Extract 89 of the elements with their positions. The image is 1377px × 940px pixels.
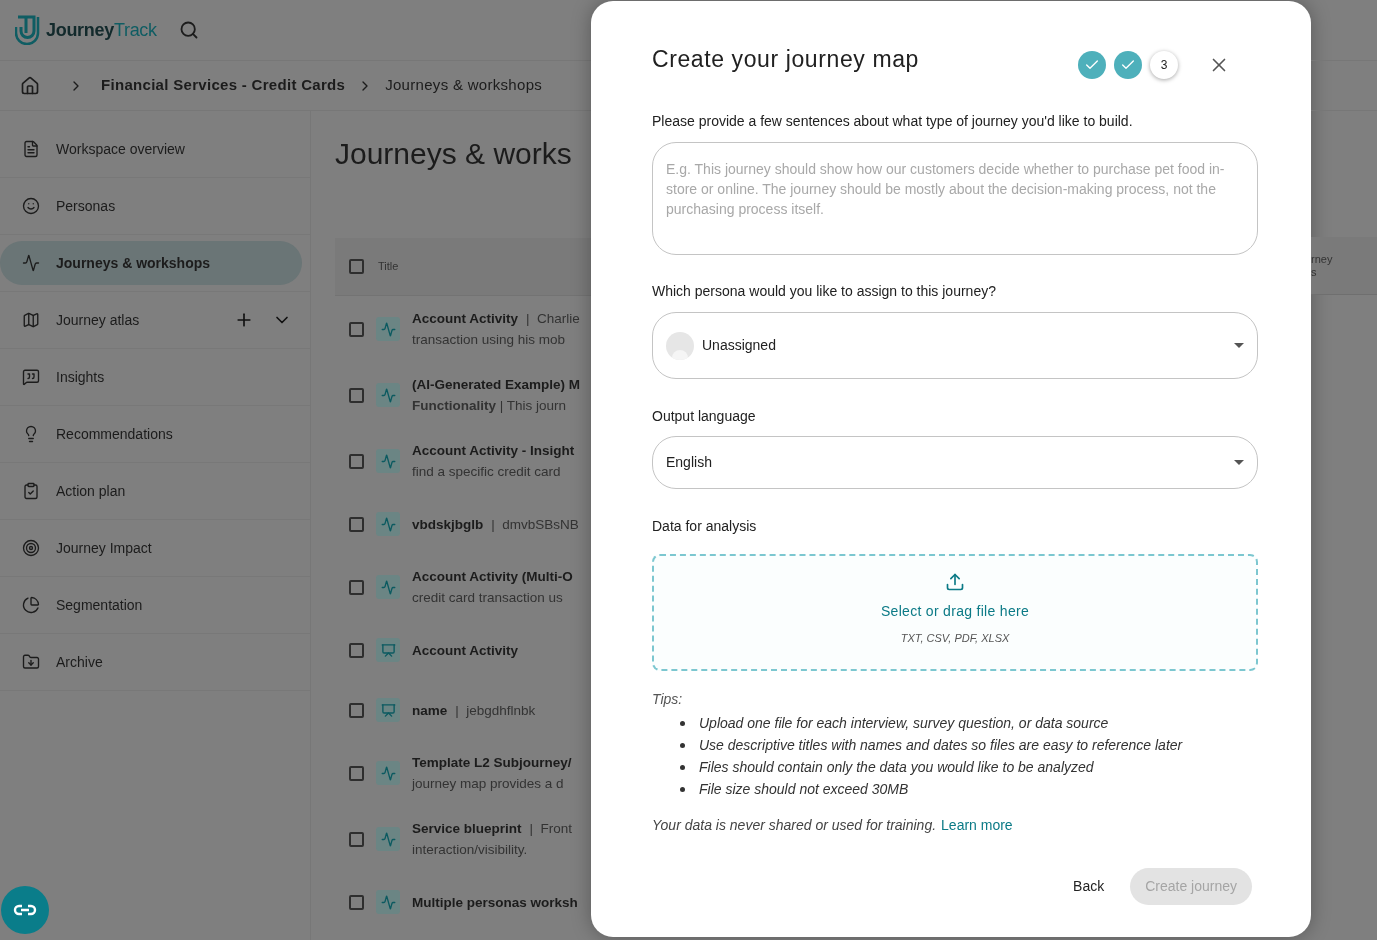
sidebar-item[interactable]: Action plan <box>0 469 302 513</box>
field-label: Please provide a few sentences about what type of journey you'd like to build. <box>652 112 1134 131</box>
row-description: find a specific credit card <box>412 463 562 481</box>
breadcrumb-current: Journeys & workshops <box>385 75 543 96</box>
row-title[interactable]: (AI-Generated Example) M <box>412 374 581 395</box>
pie-chart-icon <box>22 596 40 614</box>
tips-heading: Tips: <box>652 690 684 709</box>
row-description: interaction/visibility. <box>412 841 529 859</box>
description-field[interactable]: E.g. This journey should show how our customers decide whether to purchase pet food in-store or online. The journey should be mostly about the decision-making process, not the purchasing process itself. <box>652 142 1258 255</box>
search-icon[interactable] <box>178 20 199 40</box>
dropdown-caret-icon <box>1234 343 1244 348</box>
row-title[interactable]: Multiple personas worksh <box>412 891 578 913</box>
row-checkbox[interactable] <box>349 642 364 658</box>
bullet-icon <box>680 720 685 726</box>
clipboard-icon <box>22 482 40 500</box>
bullet-icon <box>680 786 685 792</box>
face-icon <box>22 197 40 215</box>
speech-bubble-icon <box>22 368 40 386</box>
row-title[interactable]: name <box>412 699 448 721</box>
row-title[interactable]: Account Activity (Multi-O <box>412 566 573 587</box>
page-title: Journeys & works <box>335 136 573 172</box>
tip-text: File size should not exceed 30MB <box>699 779 909 799</box>
privacy-note: Your data is never shared or used for training. <box>652 816 937 835</box>
row-checkbox[interactable] <box>349 321 364 337</box>
breadcrumb-link[interactable]: Financial Services - Credit Cards <box>101 74 346 97</box>
sidebar-item[interactable]: Journeys & workshops <box>0 241 302 285</box>
learn-more-link[interactable]: Learn more <box>941 815 1013 836</box>
field-label: Which persona would you like to assign to this journey? <box>652 282 997 301</box>
tip-text: Use descriptive titles with names and dates so files are easy to reference later <box>699 735 1183 755</box>
map-icon <box>22 311 40 329</box>
document-icon <box>22 140 40 158</box>
row-checkbox[interactable] <box>349 702 364 718</box>
field-label: Data for analysis <box>652 517 758 536</box>
assistant-button[interactable] <box>1 886 49 934</box>
tip-text: Upload one file for each interview, survey question, or data source <box>699 713 1109 733</box>
row-description: Functionality | This journ <box>412 397 568 415</box>
row-title[interactable]: vbdskjbglb <box>412 513 484 535</box>
bullet-icon <box>680 764 685 770</box>
sidebar-item[interactable]: Recommendations <box>0 412 302 456</box>
sidebar-item[interactable]: Archive <box>0 640 302 684</box>
step-indicator: 3 <box>1150 51 1178 79</box>
row-title[interactable]: Service blueprint <box>412 818 522 839</box>
persona-select[interactable]: Unassigned <box>652 312 1258 379</box>
row-checkbox[interactable] <box>349 579 364 595</box>
avatar-icon <box>666 331 694 360</box>
row-checkbox[interactable] <box>349 453 364 469</box>
select-all-checkbox[interactable] <box>349 259 364 274</box>
home-icon[interactable] <box>20 75 40 96</box>
row-checkbox[interactable] <box>349 894 364 910</box>
field-label: Output language <box>652 407 757 426</box>
sidebar-item[interactable]: Personas <box>0 184 302 228</box>
row-title[interactable]: Account Activity - Insight <box>412 440 575 461</box>
workshop-icon <box>376 638 400 662</box>
dropdown-caret-icon <box>1234 460 1244 465</box>
row-description: credit card transaction us <box>412 589 564 607</box>
column-header: Title <box>378 259 399 275</box>
row-checkbox[interactable] <box>349 516 364 532</box>
row-checkbox[interactable] <box>349 765 364 781</box>
row-title[interactable]: Template L2 Subjourney/ <box>412 752 572 773</box>
back-button[interactable]: Back <box>1061 868 1117 905</box>
file-drop-zone[interactable]: Select or drag file here TXT, CSV, PDF, XLSX <box>652 554 1258 671</box>
row-description: transaction using his mob <box>412 331 567 349</box>
bullet-icon <box>680 742 685 748</box>
upload-icon <box>945 572 965 592</box>
row-description: | jebgdhflnbk <box>455 701 536 720</box>
sidebar-item[interactable]: Segmentation <box>0 583 302 627</box>
tip-text: Files should contain only the data you would like to be analyzed <box>699 757 1094 777</box>
target-icon <box>22 539 40 557</box>
column-header: rney s <box>1311 252 1334 279</box>
row-description: | Charlie <box>526 310 580 328</box>
row-description: | Front <box>529 820 573 838</box>
upload-prompt: Select or drag file here <box>880 602 1030 621</box>
row-checkbox[interactable] <box>349 831 364 847</box>
row-checkbox[interactable] <box>349 387 364 403</box>
sidebar-item[interactable]: Workspace overview <box>0 127 302 171</box>
sidebar-item[interactable]: Journey atlas <box>0 298 302 342</box>
sidebar-item[interactable]: Insights <box>0 355 302 399</box>
row-title[interactable]: Account Activity <box>412 639 519 661</box>
logo-wordmark: JourneyTrack <box>46 18 157 42</box>
folder-download-icon <box>22 653 40 671</box>
dialog-title: Create your journey map <box>652 44 920 74</box>
row-description: | dmvbSBsNB <box>491 515 579 534</box>
row-description: journey map provides a d <box>412 775 565 793</box>
sidebar-item[interactable]: Journey Impact <box>0 526 302 570</box>
logo-icon <box>15 15 40 45</box>
row-title[interactable]: Account Activity <box>412 308 519 329</box>
file-formats: TXT, CSV, PDF, XLSX <box>900 631 1010 646</box>
workshop-icon <box>376 698 400 722</box>
language-select[interactable]: English <box>652 436 1258 489</box>
